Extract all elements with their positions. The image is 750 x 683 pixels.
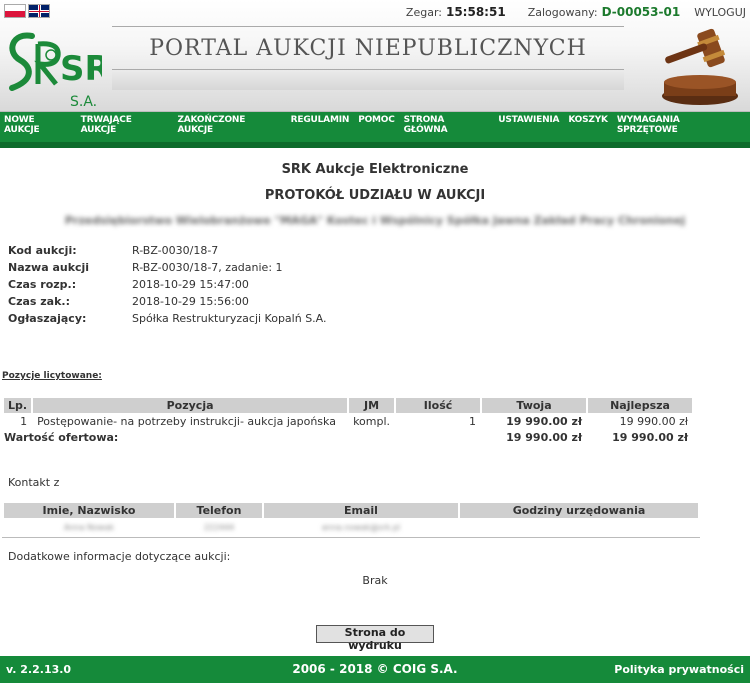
- info-label: Czas rozp.:: [8, 278, 77, 291]
- cell-najlepsza: 19 990.00 zł: [619, 414, 689, 428]
- privacy-link[interactable]: Polityka prywatności: [614, 663, 744, 676]
- contact-name: Anna Nowak: [63, 522, 114, 532]
- col-header: Najlepsza: [588, 398, 693, 413]
- info-value: 2018-10-29 15:47:00: [132, 278, 249, 291]
- extra-info-label: Dodatkowe informacje dotyczące aukcji:: [8, 550, 231, 563]
- company-name-blurred: Przedsiębiorstwo Wielobranżowe "MAGA" Ko…: [64, 214, 686, 227]
- logo-text: SRK: [60, 49, 102, 89]
- nav-koszyk[interactable]: KOSZYK: [568, 115, 608, 125]
- nav-zakonczone-aukcje[interactable]: ZAKOŃCZONE AUKCJE: [177, 115, 281, 135]
- info-label: Ogłaszający:: [8, 312, 87, 325]
- info-value: Spółka Restrukturyzacji Kopalń S.A.: [132, 312, 327, 325]
- clock-value: 15:58:51: [445, 5, 506, 19]
- nav-ustawienia[interactable]: USTAWIENIA: [498, 115, 559, 125]
- main-nav: NOWE AUKCJE TRWAJĄCE AUKCJE ZAKOŃCZONE A…: [0, 112, 750, 148]
- nav-trwajace-aukcje[interactable]: TRWAJĄCE AUKCJE: [81, 115, 169, 135]
- logged-label: Zalogowany:: [527, 6, 598, 19]
- info-value: R-BZ-0030/18-7, zadanie: 1: [132, 261, 283, 274]
- info-value: R-BZ-0030/18-7: [132, 244, 219, 257]
- extra-info-value: Brak: [362, 574, 388, 587]
- col-header: Twoja: [482, 398, 587, 413]
- contact-email: anna.nowak@srk.pl: [321, 522, 401, 532]
- info-row: Nazwa aukcji R-BZ-0030/18-7, zadanie: 1: [8, 261, 327, 278]
- contact-table: Imie, Nazwisko Telefon Email Godziny urz…: [2, 503, 700, 536]
- top-status-bar: Zegar: 15:58:51 Zalogowany: D-00053-01 WYLOG…: [406, 5, 746, 19]
- footer: v. 2.2.13.0 2006 - 2018 © COIG S.A. Poli…: [0, 656, 750, 683]
- nav-nowe-aukcje[interactable]: NOWE AUKCJE: [4, 115, 72, 135]
- gavel-icon: [650, 20, 746, 108]
- print-page-button[interactable]: Strona do wydruku: [316, 625, 434, 652]
- page-title: SRK Aukcje Elektroniczne: [281, 162, 469, 177]
- contact-label: Kontakt z: [8, 476, 60, 489]
- info-label: Czas zak.:: [8, 295, 70, 308]
- nav-wymagania-sprzetowe[interactable]: WYMAGANIA SPRZĘTOWE: [617, 115, 741, 135]
- cell-twoja: 19 990.00 zł: [506, 414, 583, 428]
- divider: [2, 537, 700, 538]
- info-row: Kod aukcji: R-BZ-0030/18-7: [8, 244, 327, 261]
- portal-banner: PORTAL AUKCJI NIEPUBLICZNYCH: [112, 26, 624, 70]
- cell-jm: kompl.: [353, 414, 391, 428]
- col-header: Lp.: [4, 398, 32, 413]
- banner-title: PORTAL AUKCJI NIEPUBLICZNYCH: [149, 35, 587, 61]
- total-label: Wartość ofertowa:: [4, 430, 119, 444]
- cell-lp: 1: [20, 414, 28, 428]
- info-value: 2018-10-29 15:56:00: [132, 295, 249, 308]
- col-header: Godziny urzędowania: [460, 503, 698, 518]
- info-row: Czas zak.: 2018-10-29 15:56:00: [8, 295, 327, 312]
- nav-regulamin[interactable]: REGULAMIN: [291, 115, 350, 125]
- col-header: Ilość: [396, 398, 481, 413]
- total-row: Wartość ofertowa: 19 990.00 zł 19 990.00…: [4, 429, 692, 445]
- positions-table: Lp. Pozycja JM Ilość Twoja Najlepsza 1 P…: [2, 398, 694, 445]
- logo-subtext: S.A.: [70, 94, 97, 110]
- clock-label: Zegar:: [405, 6, 442, 19]
- contact-phone: 222444: [203, 522, 235, 532]
- logout-link[interactable]: WYLOGUJ: [694, 6, 746, 19]
- cell-pozycja: Postępowanie- na potrzeby instrukcji- au…: [37, 414, 336, 428]
- protocol-title: PROTOKÓŁ UDZIAŁU W AUKCJI: [264, 188, 486, 203]
- srk-logo[interactable]: SRK S.A.: [2, 22, 139, 110]
- table-row: Anna Nowak 222444 anna.nowak@srk.pl: [4, 518, 698, 536]
- contact-hours: [460, 518, 698, 536]
- info-label: Kod aukcji:: [8, 244, 77, 257]
- uk-flag-icon[interactable]: [28, 4, 50, 18]
- col-header: JM: [349, 398, 395, 413]
- polish-flag-icon[interactable]: [4, 4, 26, 18]
- info-label: Nazwa aukcji: [8, 261, 90, 274]
- table-row: 1 Postępowanie- na potrzeby instrukcji- …: [4, 413, 692, 429]
- col-header: Email: [264, 503, 458, 518]
- info-row: Czas rozp.: 2018-10-29 15:47:00: [8, 278, 327, 295]
- total-yours: 19 990.00 zł: [506, 430, 583, 444]
- banner-shadow: [112, 72, 624, 90]
- col-header: Imie, Nazwisko: [4, 503, 174, 518]
- nav-strona-glowna[interactable]: STRONA GŁÓWNA: [404, 115, 490, 135]
- col-header: Pozycja: [33, 398, 348, 413]
- cell-ilosc: 1: [469, 414, 477, 428]
- info-row: Ogłaszający: Spółka Restrukturyzacji Kopa…: [8, 312, 327, 329]
- auction-info: Kod aukcji: R-BZ-0030/18-7 Nazwa aukcji R-…: [8, 244, 327, 329]
- positions-label: Pozycje licytowane:: [2, 371, 102, 381]
- header: Zegar: 15:58:51 Zalogowany: D-00053-01 WYLOG…: [0, 0, 750, 112]
- col-header: Telefon: [176, 503, 262, 518]
- logged-user: D-00053-01: [601, 5, 681, 19]
- total-best: 19 990.00 zł: [612, 430, 689, 444]
- nav-pomoc[interactable]: POMOC: [358, 115, 395, 125]
